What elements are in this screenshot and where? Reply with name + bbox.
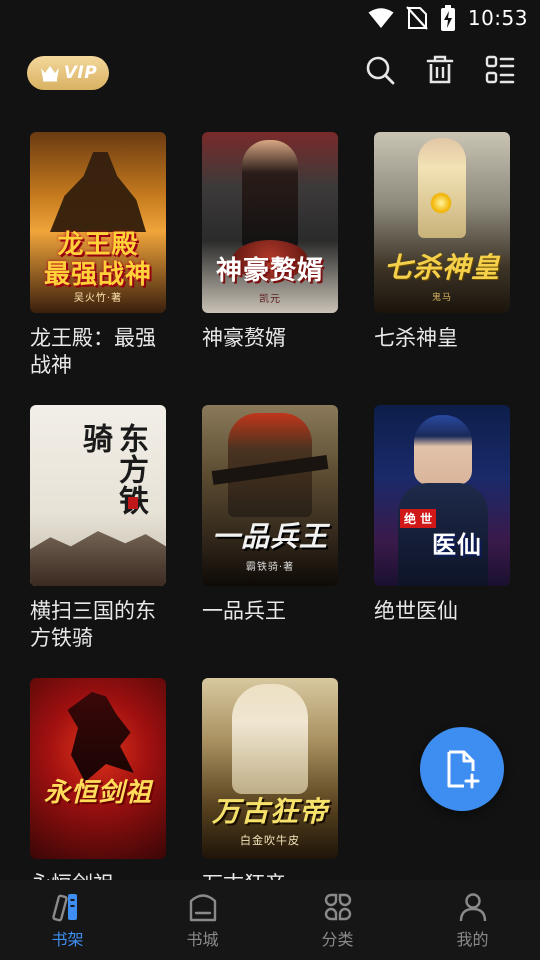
book-cover[interactable]: 永恒剑祖 xyxy=(30,678,166,859)
cover-title: 龙王殿 最强战神 xyxy=(43,230,152,290)
category-icon xyxy=(324,893,351,921)
bookshelf-icon xyxy=(51,894,77,922)
cover-title: 万古狂帝 xyxy=(211,795,328,828)
nav-label: 书城 xyxy=(186,930,219,949)
book-title: 绝世医仙 xyxy=(374,599,458,623)
header-actions xyxy=(364,54,516,86)
status-icons: 10:53 xyxy=(368,4,528,32)
nav-label: 我的 xyxy=(456,930,489,949)
search-button[interactable] xyxy=(364,54,396,86)
book-item[interactable]: 永恒剑祖 永恒剑祖 xyxy=(30,678,166,880)
book-title: 七杀神皇 xyxy=(374,326,458,350)
book-cover[interactable]: 绝 世 医仙 xyxy=(374,405,510,586)
book-item[interactable]: 东方铁骑 横扫三国的东方铁骑 xyxy=(30,405,166,652)
vip-label: VIP xyxy=(63,63,98,83)
header: VIP xyxy=(0,44,540,104)
book-title: 龙王殿：最强战神 xyxy=(30,326,156,377)
nav-label: 分类 xyxy=(321,930,354,949)
list-view-icon xyxy=(485,55,515,84)
status-time: 10:53 xyxy=(467,6,528,30)
cover-title: 七杀神皇 xyxy=(383,251,500,284)
book-cover[interactable]: 东方铁骑 xyxy=(30,405,166,586)
book-item[interactable]: 七杀神皇 鬼马 七杀神皇 xyxy=(374,132,510,352)
trash-icon xyxy=(426,55,454,84)
book-title: 神豪赘婿 xyxy=(202,326,286,350)
cover-author: 吴火竹·著 xyxy=(73,293,123,304)
book-cover[interactable]: 龙王殿 最强战神 吴火竹·著 xyxy=(30,132,166,313)
book-title: 万古狂帝 xyxy=(202,871,332,880)
no-signal-icon xyxy=(406,6,428,30)
import-book-button[interactable] xyxy=(420,727,504,811)
bottom-nav: 书架 书城 分类 我的 xyxy=(0,880,540,960)
cover-author: 鬼马 xyxy=(431,293,452,303)
book-cover[interactable]: 一品兵王 霸铁骑·著 xyxy=(202,405,338,586)
status-bar: 10:53 xyxy=(0,0,540,36)
cover-title: 医仙 xyxy=(432,531,482,559)
book-cover[interactable]: 七杀神皇 鬼马 xyxy=(374,132,510,313)
nav-category[interactable]: 分类 xyxy=(270,880,405,960)
book-item[interactable]: 一品兵王 霸铁骑·著 一品兵王 xyxy=(202,405,338,625)
book-cover[interactable]: 神豪赘婿 凯元 xyxy=(202,132,338,313)
cover-author: 霸铁骑·著 xyxy=(245,562,295,573)
search-icon xyxy=(366,56,395,85)
book-title: 一品兵王 xyxy=(202,599,286,623)
book-item[interactable]: 万古狂帝 白金吹牛皮 万古狂帝 xyxy=(202,678,338,880)
cover-title: 神豪赘婿 xyxy=(215,256,324,286)
book-title: 永恒剑祖 xyxy=(30,871,160,880)
delete-button[interactable] xyxy=(424,54,456,86)
cover-author: 白金吹牛皮 xyxy=(240,834,300,847)
nav-bookstore[interactable]: 书城 xyxy=(135,880,270,960)
wifi-icon xyxy=(368,8,394,28)
crown-icon xyxy=(40,66,59,82)
vip-badge[interactable]: VIP xyxy=(27,56,109,90)
nav-label: 书架 xyxy=(51,930,84,949)
cover-title: 永恒剑祖 xyxy=(43,778,152,808)
profile-icon xyxy=(459,893,486,922)
battery-charging-icon xyxy=(440,5,455,31)
nav-bookshelf[interactable]: 书架 xyxy=(0,880,135,960)
add-file-icon xyxy=(447,750,480,789)
cover-title: 一品兵王 xyxy=(211,520,328,553)
list-view-button[interactable] xyxy=(484,54,516,86)
cover-author: 凯元 xyxy=(259,294,281,305)
bookstore-icon xyxy=(189,894,216,922)
nav-profile[interactable]: 我的 xyxy=(405,880,540,960)
book-item[interactable]: 神豪赘婿 凯元 神豪赘婿 xyxy=(202,132,338,352)
book-item[interactable]: 龙王殿 最强战神 吴火竹·著 龙王殿：最强战神 xyxy=(30,132,166,379)
book-item[interactable]: 绝 世 医仙 绝世医仙 xyxy=(374,405,510,625)
cover-title: 东方铁骑 xyxy=(77,423,148,516)
book-title: 横扫三国的东方铁骑 xyxy=(30,599,156,650)
book-cover[interactable]: 万古狂帝 白金吹牛皮 xyxy=(202,678,338,859)
